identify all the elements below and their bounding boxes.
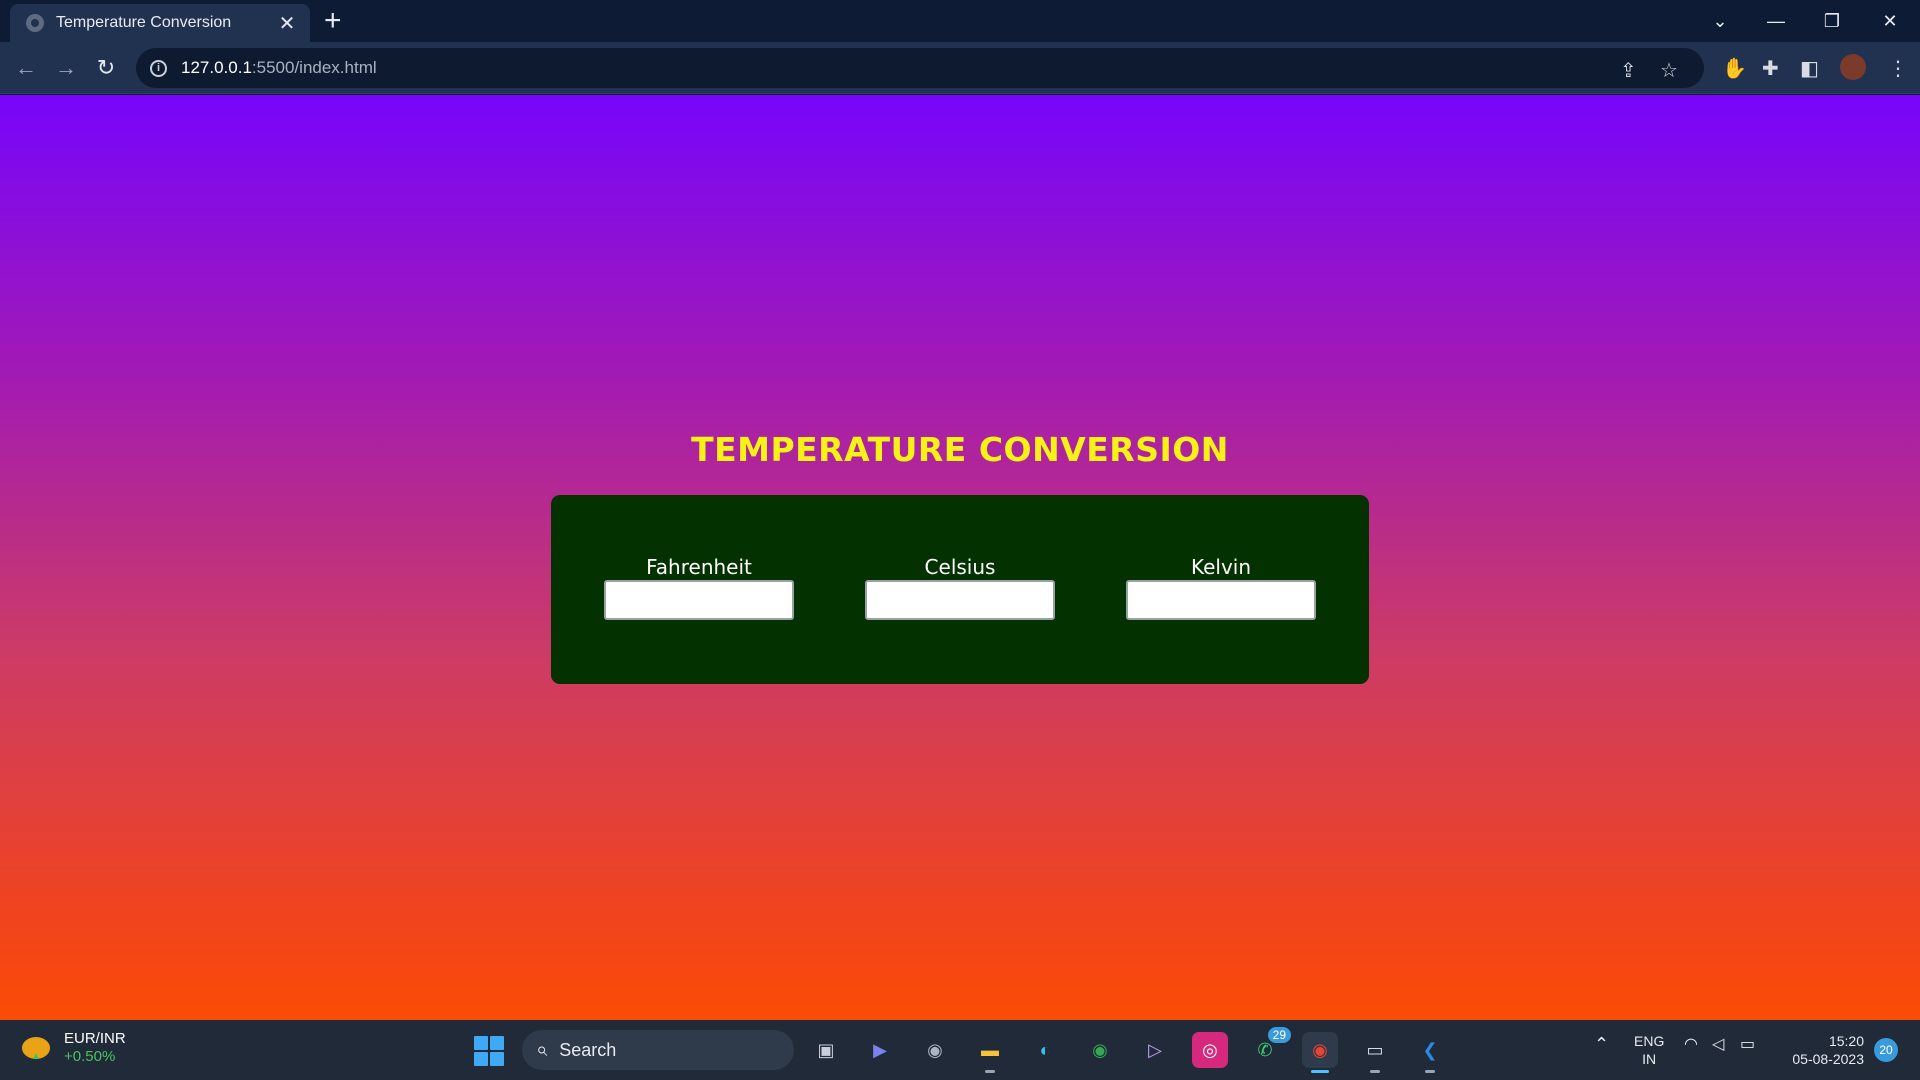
page-viewport: TEMPERATURE CONVERSION Fahrenheit Celsiu… xyxy=(0,95,1920,1020)
start-button[interactable] xyxy=(474,1036,504,1066)
info-icon[interactable]: i xyxy=(150,59,167,77)
tab-title: Temperature Conversion xyxy=(56,14,232,31)
side-panel-icon[interactable]: ◧ xyxy=(1800,56,1819,81)
running-indicator xyxy=(985,1070,995,1073)
instagram-icon[interactable]: ◎ xyxy=(1192,1032,1228,1068)
kebab-menu-icon[interactable]: ⋮ xyxy=(1888,56,1908,81)
terminal-icon[interactable]: ▭ xyxy=(1357,1032,1393,1073)
search-label: Search xyxy=(559,1039,617,1060)
address-bar[interactable]: i 127.0.0.1:5500/index.html ⇪ ☆ xyxy=(136,48,1704,88)
kelvin-input[interactable] xyxy=(1126,580,1316,620)
running-indicator xyxy=(1425,1070,1435,1073)
restore-button[interactable]: ❐ xyxy=(1804,0,1860,42)
chrome-active-icon[interactable]: ◉ xyxy=(1302,1032,1338,1073)
url-path: :5500/index.html xyxy=(251,58,377,77)
back-button[interactable]: ← xyxy=(10,52,42,84)
edge-icon[interactable]: ◐ xyxy=(1027,1032,1063,1068)
fahrenheit-field: Fahrenheit xyxy=(604,555,794,620)
fahrenheit-input[interactable] xyxy=(604,580,794,620)
task-view-icon[interactable]: ▣ xyxy=(808,1032,844,1068)
profile-avatar[interactable] xyxy=(1840,54,1866,80)
lang-secondary: IN xyxy=(1642,1051,1657,1067)
celsius-input[interactable] xyxy=(865,580,1055,620)
clock[interactable]: 15:20 05-08-2023 xyxy=(1776,1032,1864,1068)
chrome-icon[interactable]: ◉ xyxy=(1082,1032,1118,1068)
kelvin-label: Kelvin xyxy=(1190,555,1252,579)
taskbar: EUR/INR +0.50% ⌕ Search ▣ ▶ ◉ ▬ ◐ ◉ ▷ ◎ … xyxy=(0,1020,1920,1080)
close-tab-icon[interactable]: ✕ xyxy=(276,11,298,36)
new-tab-button[interactable]: + xyxy=(324,6,342,36)
whatsapp-icon[interactable]: ✆ 29 xyxy=(1247,1027,1291,1068)
clock-date: 05-08-2023 xyxy=(1792,1051,1864,1067)
volume-icon[interactable]: ◁ xyxy=(1712,1034,1724,1054)
camera-icon[interactable]: ◉ xyxy=(917,1032,953,1068)
file-explorer-icon[interactable]: ▬ xyxy=(972,1032,1008,1073)
converter-panel: Fahrenheit Celsius Kelvin xyxy=(551,495,1369,684)
whatsapp-badge: 29 xyxy=(1267,1027,1291,1043)
wifi-icon[interactable]: ◠ xyxy=(1684,1034,1698,1054)
close-window-button[interactable]: ✕ xyxy=(1862,0,1918,42)
url-host: 127.0.0.1 xyxy=(181,58,252,77)
globe-icon xyxy=(26,14,44,32)
clock-time: 15:20 xyxy=(1828,1033,1864,1049)
forward-button[interactable]: → xyxy=(50,52,82,84)
page-title: TEMPERATURE CONVERSION xyxy=(691,430,1229,469)
chevron-up-icon[interactable]: ⌃ xyxy=(1594,1034,1609,1055)
tab-search-button[interactable]: ⌄ xyxy=(1692,0,1748,42)
browser-toolbar: ← → ↻ i 127.0.0.1:5500/index.html ⇪ ☆ xyxy=(0,42,1920,94)
bookmark-star-icon[interactable]: ☆ xyxy=(1660,58,1678,83)
currency-widget[interactable]: EUR/INR +0.50% xyxy=(22,1030,126,1066)
widget-pair: EUR/INR xyxy=(64,1030,126,1047)
notification-badge[interactable]: 20 xyxy=(1874,1038,1898,1062)
celsius-field: Celsius xyxy=(865,555,1055,620)
search-icon: ⌕ xyxy=(536,1038,548,1061)
share-icon[interactable]: ⇪ xyxy=(1620,58,1637,83)
media-player-icon[interactable]: ▷ xyxy=(1137,1032,1173,1068)
fahrenheit-label: Fahrenheit xyxy=(646,555,752,579)
browser-tab-strip: Temperature Conversion ✕ + ⌄ — ❐ ✕ xyxy=(0,0,1920,42)
battery-icon[interactable]: ▭ xyxy=(1740,1034,1755,1054)
minimize-button[interactable]: — xyxy=(1748,0,1804,42)
teams-chat-icon[interactable]: ▶ xyxy=(862,1032,898,1068)
active-indicator xyxy=(1311,1070,1329,1073)
coins-icon xyxy=(22,1037,50,1062)
vscode-icon[interactable]: ❮ xyxy=(1412,1032,1448,1073)
extension-icon[interactable]: ✋ xyxy=(1722,56,1747,81)
puzzle-icon[interactable]: ✚ xyxy=(1762,56,1779,81)
widget-change: +0.50% xyxy=(64,1048,116,1065)
celsius-label: Celsius xyxy=(924,555,996,579)
lang-primary: ENG xyxy=(1634,1033,1665,1049)
reload-button[interactable]: ↻ xyxy=(90,52,122,84)
browser-tab[interactable]: Temperature Conversion ✕ xyxy=(10,4,310,42)
running-indicator xyxy=(1370,1070,1380,1073)
taskbar-search[interactable]: ⌕ Search xyxy=(522,1030,794,1070)
language-indicator[interactable]: ENG IN xyxy=(1634,1032,1664,1068)
kelvin-field: Kelvin xyxy=(1126,555,1316,620)
